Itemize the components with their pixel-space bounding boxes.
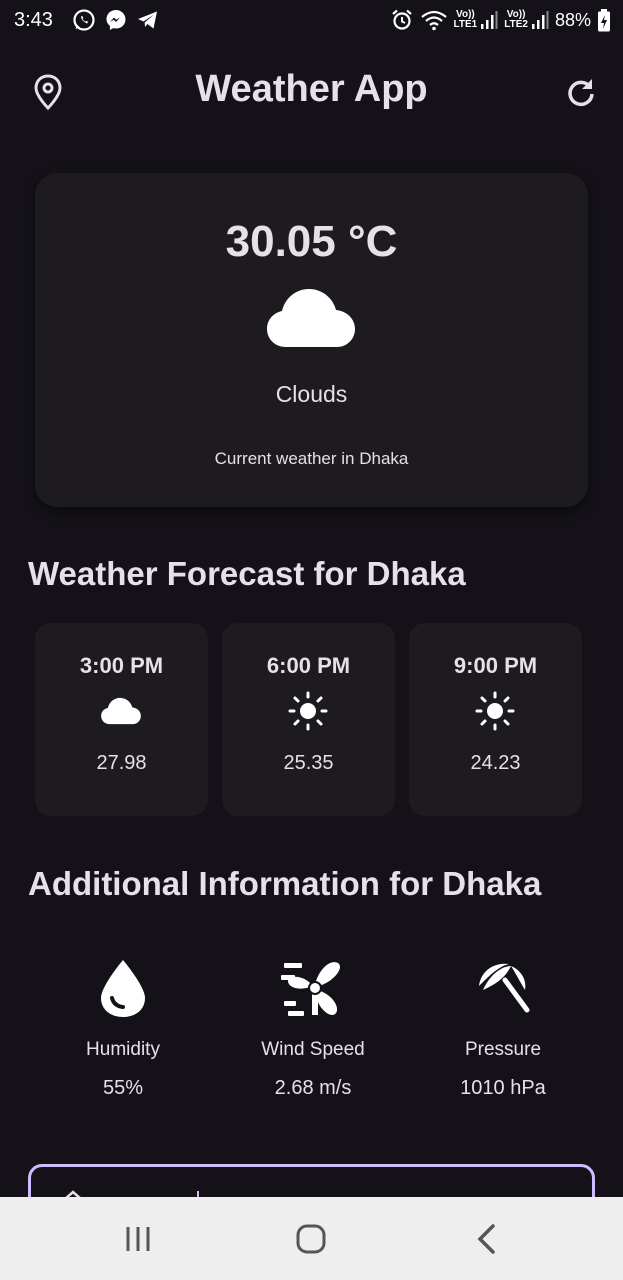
wind-speed-value: 2.68 m/s — [274, 1077, 352, 1099]
recent-apps-button[interactable] — [108, 1219, 168, 1259]
sun-icon — [288, 691, 328, 731]
status-bar: 3:43 Vo)) LTE1 Vo)) LTE2 88% — [0, 0, 623, 44]
forecast-icon-wrap — [99, 691, 143, 731]
forecast-temperature: 24.23 — [470, 752, 521, 774]
humidity-value: 55% — [102, 1077, 144, 1099]
app-bar: Weather App — [0, 56, 623, 126]
status-time: 3:43 — [14, 9, 53, 31]
cloud-icon — [101, 697, 141, 725]
wind-speed-info: Wind Speed 2.68 m/s — [218, 955, 408, 1100]
forecast-temperature: 25.35 — [283, 752, 334, 774]
refresh-button[interactable] — [559, 70, 603, 114]
telegram-icon — [138, 11, 157, 29]
system-indicators: Vo)) LTE1 Vo)) LTE2 88% — [390, 8, 611, 32]
battery-percent: 88% — [554, 9, 591, 30]
whatsapp-icon — [73, 9, 95, 31]
alarm-icon — [391, 9, 412, 30]
pressure-icon-wrap — [408, 955, 598, 1021]
pressure-value: 1010 hPa — [460, 1077, 546, 1099]
current-temperature: 30.05 °C — [225, 217, 398, 266]
pressure-label: Pressure — [464, 1039, 542, 1060]
messenger-icon — [106, 10, 126, 30]
current-weather-card: 30.05 °C Clouds Current weather in Dhaka — [35, 173, 588, 507]
sim2-indicator: Vo)) LTE2 — [504, 10, 549, 30]
signal-icon — [481, 11, 498, 29]
humidity-info: Humidity 55% — [28, 955, 218, 1100]
wind-speed-label: Wind Speed — [261, 1039, 365, 1060]
humidity-icon-wrap — [28, 955, 218, 1021]
weather-app-screen: 3:43 Vo)) LTE1 Vo)) LTE2 88% Weather App… — [0, 0, 623, 1280]
forecast-time: 3:00 PM — [79, 653, 164, 678]
notification-icons — [72, 8, 160, 32]
forecast-card: 3:00 PM 27.98 — [35, 623, 208, 816]
forecast-card: 9:00 PM 24.23 — [409, 623, 582, 816]
back-chevron-icon — [477, 1224, 495, 1254]
sim1-indicator: Vo)) LTE1 — [454, 10, 499, 30]
page-title: Weather App — [195, 68, 428, 110]
wifi-icon — [420, 10, 447, 31]
recent-apps-icon — [126, 1227, 150, 1251]
home-circle-icon — [296, 1224, 326, 1254]
weather-condition: Clouds — [275, 381, 348, 407]
pressure-info: Pressure 1010 hPa — [408, 955, 598, 1100]
signal-icon-2 — [531, 11, 549, 29]
sim2-label: LTE2 — [504, 19, 528, 30]
cloud-icon — [267, 289, 355, 347]
battery-charging-icon — [598, 9, 610, 32]
wind-icon-wrap — [218, 955, 408, 1021]
system-navigation-bar — [0, 1197, 623, 1280]
forecast-section-title: Weather Forecast for Dhaka — [28, 555, 466, 592]
forecast-time: 6:00 PM — [266, 653, 351, 678]
back-button[interactable] — [456, 1219, 516, 1259]
forecast-temperature: 27.98 — [96, 752, 147, 774]
current-location-caption: Current weather in Dhaka — [214, 449, 409, 468]
wind-fan-icon — [281, 962, 341, 1016]
forecast-icon-wrap — [286, 691, 330, 731]
forecast-time: 9:00 PM — [453, 653, 538, 678]
sim1-label: LTE1 — [453, 19, 478, 30]
home-button[interactable] — [281, 1219, 341, 1259]
beach-umbrella-icon — [479, 963, 530, 1013]
forecast-icon-wrap — [473, 691, 517, 731]
additional-info-section-title: Additional Information for Dhaka — [28, 865, 542, 902]
water-drop-icon — [101, 960, 145, 1017]
humidity-label: Humidity — [86, 1039, 160, 1060]
forecast-card: 6:00 PM 25.35 — [222, 623, 395, 816]
refresh-icon — [568, 79, 594, 107]
sun-icon — [475, 691, 515, 731]
